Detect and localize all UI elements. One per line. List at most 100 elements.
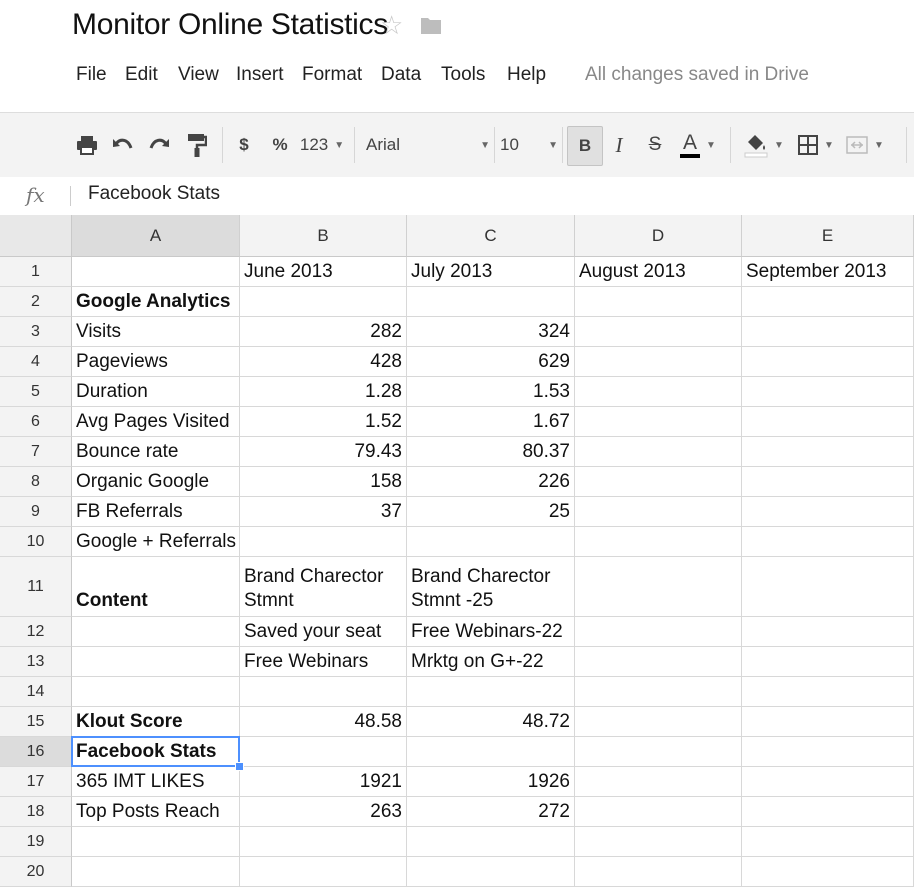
cell-a8[interactable]: Organic Google [72,467,240,497]
cell-d12[interactable] [575,617,742,647]
cell-d8[interactable] [575,467,742,497]
formula-input[interactable]: Facebook Stats [88,183,220,205]
cell-e5[interactable] [742,377,914,407]
menu-view[interactable]: View [178,64,219,86]
row-header-6[interactable]: 6 [0,407,72,437]
cell-b15[interactable]: 48.58 [240,707,407,737]
cell-d16[interactable] [575,737,742,767]
cell-d17[interactable] [575,767,742,797]
row-header-4[interactable]: 4 [0,347,72,377]
cell-a7[interactable]: Bounce rate [72,437,240,467]
cell-e18[interactable] [742,797,914,827]
font-family-dropdown[interactable]: Arial ▼ [366,113,490,177]
print-icon[interactable] [74,113,100,177]
cell-c4[interactable]: 629 [407,347,575,377]
cell-b17[interactable]: 1921 [240,767,407,797]
cell-b7[interactable]: 79.43 [240,437,407,467]
cell-c16[interactable] [407,737,575,767]
cell-e1[interactable]: September 2013 [742,257,914,287]
cell-a9[interactable]: FB Referrals [72,497,240,527]
row-header-1[interactable]: 1 [0,257,72,287]
currency-button[interactable]: $ [234,113,254,177]
cell-c6[interactable]: 1.67 [407,407,575,437]
cell-d6[interactable] [575,407,742,437]
cell-c7[interactable]: 80.37 [407,437,575,467]
cell-e8[interactable] [742,467,914,497]
cell-c8[interactable]: 226 [407,467,575,497]
menu-tools[interactable]: Tools [441,64,485,86]
cell-d13[interactable] [575,647,742,677]
cell-e14[interactable] [742,677,914,707]
cell-e9[interactable] [742,497,914,527]
row-header-15[interactable]: 15 [0,707,72,737]
column-header-a[interactable]: A [72,215,240,257]
fill-handle[interactable] [235,762,244,771]
cell-c2[interactable] [407,287,575,317]
cell-b13[interactable]: Free Webinars [240,647,407,677]
cell-d9[interactable] [575,497,742,527]
cell-a18[interactable]: Top Posts Reach [72,797,240,827]
cell-e20[interactable] [742,857,914,887]
cell-d20[interactable] [575,857,742,887]
borders-button[interactable]: ▼ [794,113,838,177]
paint-format-icon[interactable] [184,113,210,177]
cell-c10[interactable] [407,527,575,557]
star-icon[interactable]: ☆ [380,12,403,38]
row-header-12[interactable]: 12 [0,617,72,647]
row-header-3[interactable]: 3 [0,317,72,347]
cell-b19[interactable] [240,827,407,857]
row-header-5[interactable]: 5 [0,377,72,407]
row-header-8[interactable]: 8 [0,467,72,497]
cell-d15[interactable] [575,707,742,737]
menu-help[interactable]: Help [507,64,546,86]
cell-a1[interactable] [72,257,240,287]
column-header-d[interactable]: D [575,215,742,257]
cell-a14[interactable] [72,677,240,707]
cell-a13[interactable] [72,647,240,677]
italic-button[interactable]: I [608,113,630,177]
cell-c3[interactable]: 324 [407,317,575,347]
cell-b4[interactable]: 428 [240,347,407,377]
cell-b2[interactable] [240,287,407,317]
menu-data[interactable]: Data [381,64,421,86]
cell-d1[interactable]: August 2013 [575,257,742,287]
menu-format[interactable]: Format [302,64,362,86]
column-header-b[interactable]: B [240,215,407,257]
font-size-dropdown[interactable]: 10 ▼ [500,113,558,177]
cell-e7[interactable] [742,437,914,467]
row-header-7[interactable]: 7 [0,437,72,467]
cell-a4[interactable]: Pageviews [72,347,240,377]
cell-b20[interactable] [240,857,407,887]
fill-color-button[interactable]: ▼ [742,113,786,177]
row-header-18[interactable]: 18 [0,797,72,827]
cell-c14[interactable] [407,677,575,707]
menu-insert[interactable]: Insert [236,64,284,86]
cell-d11[interactable] [575,557,742,617]
row-header-13[interactable]: 13 [0,647,72,677]
cell-d10[interactable] [575,527,742,557]
row-header-16[interactable]: 16 [0,737,72,767]
cell-e17[interactable] [742,767,914,797]
row-header-2[interactable]: 2 [0,287,72,317]
cell-b5[interactable]: 1.28 [240,377,407,407]
cell-c19[interactable] [407,827,575,857]
cell-e16[interactable] [742,737,914,767]
folder-icon[interactable] [420,14,442,36]
cell-a17[interactable]: 365 IMT LIKES [72,767,240,797]
cell-e12[interactable] [742,617,914,647]
cell-e19[interactable] [742,827,914,857]
merge-cells-button[interactable]: ▼ [842,113,888,177]
cell-b12[interactable]: Saved your seat [240,617,407,647]
row-header-11[interactable]: 11 [0,557,72,617]
cell-b3[interactable]: 282 [240,317,407,347]
cell-b1[interactable]: June 2013 [240,257,407,287]
cell-d18[interactable] [575,797,742,827]
cell-a2[interactable]: Google Analytics [72,287,240,317]
cell-a10[interactable]: Google + Referrals [72,527,240,557]
document-title[interactable]: Monitor Online Statistics [72,8,388,42]
cell-e2[interactable] [742,287,914,317]
cell-e15[interactable] [742,707,914,737]
cell-d5[interactable] [575,377,742,407]
cell-c17[interactable]: 1926 [407,767,575,797]
row-header-19[interactable]: 19 [0,827,72,857]
